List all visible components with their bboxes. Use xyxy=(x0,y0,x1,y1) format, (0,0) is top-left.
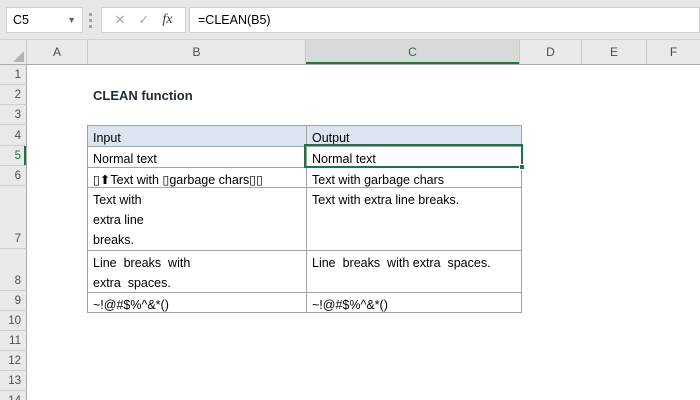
row-header-12[interactable]: 12 xyxy=(0,351,27,371)
column-header-b[interactable]: B xyxy=(88,40,306,64)
name-box[interactable]: C5 ▼ xyxy=(6,7,83,33)
select-all-triangle-icon xyxy=(13,51,24,62)
row-header-5[interactable]: 5 xyxy=(0,146,27,166)
column-header-a[interactable]: A xyxy=(27,40,88,64)
cell-b8[interactable]: Line breaks with extra spaces. xyxy=(88,251,307,293)
row-header-14[interactable]: 14 xyxy=(0,391,27,400)
cancel-icon[interactable]: ✕ xyxy=(115,12,126,28)
excel-window: C5 ▼ ✕ ✓ fx =CLEAN(B5) A B C D E F 1 2 3… xyxy=(0,0,700,400)
row-header-9[interactable]: 9 xyxy=(0,291,27,311)
cell-c9[interactable]: ~!@#$%^&*() xyxy=(307,293,522,313)
select-all-button[interactable] xyxy=(0,40,27,64)
formula-input[interactable]: =CLEAN(B5) xyxy=(189,7,700,33)
chevron-down-icon[interactable]: ▼ xyxy=(67,15,76,25)
column-header-d[interactable]: D xyxy=(520,40,582,64)
row-header-2[interactable]: 2 xyxy=(0,85,27,105)
row-header-4[interactable]: 4 xyxy=(0,125,27,146)
row-header-8[interactable]: 8 xyxy=(0,249,27,291)
column-headers: A B C D E F xyxy=(0,40,700,65)
row-headers: 1 2 3 4 5 6 7 8 9 10 11 12 13 14 xyxy=(0,65,27,400)
column-header-e[interactable]: E xyxy=(582,40,647,64)
row-header-6[interactable]: 6 xyxy=(0,166,27,186)
row-header-10[interactable]: 10 xyxy=(0,311,27,331)
row-header-11[interactable]: 11 xyxy=(0,331,27,351)
column-header-c[interactable]: C xyxy=(306,40,520,64)
formula-buttons: ✕ ✓ fx xyxy=(101,7,186,33)
row-header-7[interactable]: 7 xyxy=(0,186,27,249)
fill-handle[interactable] xyxy=(519,164,525,170)
row-header-3[interactable]: 3 xyxy=(0,105,27,125)
column-header-f[interactable]: F xyxy=(647,40,700,64)
cell-b9[interactable]: ~!@#$%^&*() xyxy=(88,293,307,313)
cell-c7[interactable]: Text with extra line breaks. xyxy=(307,188,522,251)
active-cell-selection[interactable] xyxy=(304,144,525,170)
sheet-title-cell[interactable]: CLEAN function xyxy=(93,88,193,103)
cell-c6[interactable]: Text with garbage chars xyxy=(307,168,522,188)
divider-dots-icon xyxy=(89,13,92,28)
input-header-cell[interactable]: Input xyxy=(88,126,307,147)
cell-b5[interactable]: Normal text xyxy=(88,147,307,168)
row-header-13[interactable]: 13 xyxy=(0,371,27,391)
formula-text: =CLEAN(B5) xyxy=(198,13,271,27)
cell-b7[interactable]: Text with extra line breaks. xyxy=(88,188,307,251)
formula-bar: C5 ▼ ✕ ✓ fx =CLEAN(B5) xyxy=(0,0,700,40)
cell-b6[interactable]: ▯⬆Text with ▯garbage chars▯▯ xyxy=(88,168,307,188)
row-header-1[interactable]: 1 xyxy=(0,65,27,85)
insert-function-icon[interactable]: fx xyxy=(162,12,172,28)
enter-icon[interactable]: ✓ xyxy=(138,12,149,28)
name-box-value: C5 xyxy=(13,13,29,27)
cell-c8[interactable]: Line breaks with extra spaces. xyxy=(307,251,522,293)
